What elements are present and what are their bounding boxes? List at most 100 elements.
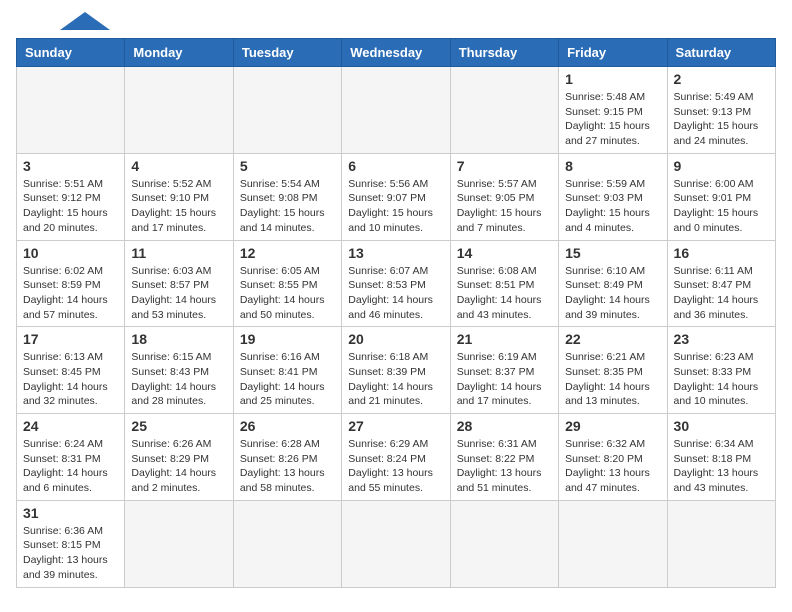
calendar-day-cell: 8Sunrise: 5:59 AM Sunset: 9:03 PM Daylig… [559,153,667,240]
calendar-day-cell: 19 Sunrise: 6:16 AM Sunset: 8:41 PM Dayli… [233,327,341,414]
day-info: Sunrise: 6:24 AM Sunset: 8:31 PM Dayligh… [23,437,118,496]
day-number: 13 [348,245,443,261]
day-of-week-header: Sunday [17,39,125,67]
day-number: 19 [240,331,335,347]
logo-icon [60,12,110,30]
day-info: Sunrise: 6:31 AM Sunset: 8:22 PM Dayligh… [457,437,552,496]
day-number: 5 [240,158,335,174]
day-number: 1 [565,71,660,87]
calendar-day-cell: 2 Sunrise: 5:49 AM Sunset: 9:13 PM Daylig… [667,67,775,154]
day-info: Sunrise: 5:48 AM Sunset: 9:15 PM Dayligh… [565,90,660,149]
day-info: Sunrise: 6:29 AM Sunset: 8:24 PM Dayligh… [348,437,443,496]
calendar-day-cell: 1 Sunrise: 5:48 AM Sunset: 9:15 PM Daylig… [559,67,667,154]
day-info: Sunrise: 6:19 AM Sunset: 8:37 PM Dayligh… [457,350,552,409]
day-info: Sunrise: 6:26 AM Sunset: 8:29 PM Dayligh… [131,437,226,496]
day-number: 22 [565,331,660,347]
calendar-day-cell [450,67,558,154]
day-number: 16 [674,245,769,261]
calendar-day-cell [125,67,233,154]
day-info: Sunrise: 6:07 AM Sunset: 8:53 PM Dayligh… [348,264,443,323]
calendar-day-cell: 16 Sunrise: 6:11 AM Sunset: 8:47 PM Dayli… [667,240,775,327]
day-info: Sunrise: 6:21 AM Sunset: 8:35 PM Dayligh… [565,350,660,409]
calendar-day-cell: 18Sunrise: 6:15 AM Sunset: 8:43 PM Dayli… [125,327,233,414]
day-info: Sunrise: 5:56 AM Sunset: 9:07 PM Dayligh… [348,177,443,236]
day-info: Sunrise: 6:16 AM Sunset: 8:41 PM Dayligh… [240,350,335,409]
day-number: 29 [565,418,660,434]
logo [16,16,110,30]
day-number: 23 [674,331,769,347]
calendar-day-cell [233,500,341,587]
day-info: Sunrise: 6:23 AM Sunset: 8:33 PM Dayligh… [674,350,769,409]
calendar-day-cell: 20 Sunrise: 6:18 AM Sunset: 8:39 PM Dayli… [342,327,450,414]
calendar-day-cell: 29 Sunrise: 6:32 AM Sunset: 8:20 PM Dayli… [559,414,667,501]
calendar-day-cell: 5 Sunrise: 5:54 AM Sunset: 9:08 PM Daylig… [233,153,341,240]
calendar-day-cell: 11 Sunrise: 6:03 AM Sunset: 8:57 PM Dayli… [125,240,233,327]
calendar-day-cell: 14Sunrise: 6:08 AM Sunset: 8:51 PM Dayli… [450,240,558,327]
calendar-day-cell: 23 Sunrise: 6:23 AM Sunset: 8:33 PM Dayli… [667,327,775,414]
calendar-week-row: 3 Sunrise: 5:51 AM Sunset: 9:12 PM Daylig… [17,153,776,240]
calendar-day-cell: 30Sunrise: 6:34 AM Sunset: 8:18 PM Dayli… [667,414,775,501]
day-of-week-header: Thursday [450,39,558,67]
calendar-week-row: 31 Sunrise: 6:36 AM Sunset: 8:15 PM Dayli… [17,500,776,587]
calendar-table: SundayMondayTuesdayWednesdayThursdayFrid… [16,38,776,588]
day-number: 20 [348,331,443,347]
calendar-day-cell: 17Sunrise: 6:13 AM Sunset: 8:45 PM Dayli… [17,327,125,414]
day-number: 26 [240,418,335,434]
day-info: Sunrise: 6:03 AM Sunset: 8:57 PM Dayligh… [131,264,226,323]
day-info: Sunrise: 6:18 AM Sunset: 8:39 PM Dayligh… [348,350,443,409]
calendar-day-cell: 13 Sunrise: 6:07 AM Sunset: 8:53 PM Dayli… [342,240,450,327]
day-of-week-header: Monday [125,39,233,67]
day-info: Sunrise: 6:34 AM Sunset: 8:18 PM Dayligh… [674,437,769,496]
day-info: Sunrise: 5:52 AM Sunset: 9:10 PM Dayligh… [131,177,226,236]
calendar-day-cell [342,67,450,154]
calendar-day-cell [559,500,667,587]
day-info: Sunrise: 6:08 AM Sunset: 8:51 PM Dayligh… [457,264,552,323]
day-number: 24 [23,418,118,434]
day-number: 10 [23,245,118,261]
calendar-week-row: 24 Sunrise: 6:24 AM Sunset: 8:31 PM Dayli… [17,414,776,501]
calendar-day-cell: 25 Sunrise: 6:26 AM Sunset: 8:29 PM Dayli… [125,414,233,501]
calendar-day-cell: 26Sunrise: 6:28 AM Sunset: 8:26 PM Dayli… [233,414,341,501]
calendar-day-cell: 10Sunrise: 6:02 AM Sunset: 8:59 PM Dayli… [17,240,125,327]
day-of-week-header: Friday [559,39,667,67]
calendar-day-cell [667,500,775,587]
day-number: 3 [23,158,118,174]
day-info: Sunrise: 5:49 AM Sunset: 9:13 PM Dayligh… [674,90,769,149]
calendar-week-row: 17Sunrise: 6:13 AM Sunset: 8:45 PM Dayli… [17,327,776,414]
calendar-day-cell: 15Sunrise: 6:10 AM Sunset: 8:49 PM Dayli… [559,240,667,327]
day-info: Sunrise: 5:54 AM Sunset: 9:08 PM Dayligh… [240,177,335,236]
calendar-header-row: SundayMondayTuesdayWednesdayThursdayFrid… [17,39,776,67]
calendar-week-row: 1 Sunrise: 5:48 AM Sunset: 9:15 PM Daylig… [17,67,776,154]
day-info: Sunrise: 6:32 AM Sunset: 8:20 PM Dayligh… [565,437,660,496]
day-number: 6 [348,158,443,174]
calendar-day-cell [233,67,341,154]
calendar-day-cell: 6 Sunrise: 5:56 AM Sunset: 9:07 PM Daylig… [342,153,450,240]
calendar-day-cell: 22 Sunrise: 6:21 AM Sunset: 8:35 PM Dayli… [559,327,667,414]
calendar-week-row: 10Sunrise: 6:02 AM Sunset: 8:59 PM Dayli… [17,240,776,327]
day-number: 27 [348,418,443,434]
day-info: Sunrise: 5:51 AM Sunset: 9:12 PM Dayligh… [23,177,118,236]
day-number: 15 [565,245,660,261]
day-number: 25 [131,418,226,434]
calendar-day-cell: 24 Sunrise: 6:24 AM Sunset: 8:31 PM Dayli… [17,414,125,501]
day-info: Sunrise: 6:05 AM Sunset: 8:55 PM Dayligh… [240,264,335,323]
calendar-day-cell: 3 Sunrise: 5:51 AM Sunset: 9:12 PM Daylig… [17,153,125,240]
day-info: Sunrise: 6:15 AM Sunset: 8:43 PM Dayligh… [131,350,226,409]
day-number: 21 [457,331,552,347]
day-info: Sunrise: 6:11 AM Sunset: 8:47 PM Dayligh… [674,264,769,323]
day-info: Sunrise: 6:00 AM Sunset: 9:01 PM Dayligh… [674,177,769,236]
calendar-day-cell [17,67,125,154]
day-info: Sunrise: 6:36 AM Sunset: 8:15 PM Dayligh… [23,524,118,583]
calendar-day-cell: 27 Sunrise: 6:29 AM Sunset: 8:24 PM Dayli… [342,414,450,501]
calendar-day-cell: 4Sunrise: 5:52 AM Sunset: 9:10 PM Daylig… [125,153,233,240]
day-info: Sunrise: 5:57 AM Sunset: 9:05 PM Dayligh… [457,177,552,236]
day-number: 2 [674,71,769,87]
day-number: 11 [131,245,226,261]
calendar-day-cell: 7Sunrise: 5:57 AM Sunset: 9:05 PM Daylig… [450,153,558,240]
calendar-day-cell [125,500,233,587]
calendar-day-cell: 31 Sunrise: 6:36 AM Sunset: 8:15 PM Dayli… [17,500,125,587]
calendar-day-cell: 9Sunrise: 6:00 AM Sunset: 9:01 PM Daylig… [667,153,775,240]
calendar-day-cell: 28 Sunrise: 6:31 AM Sunset: 8:22 PM Dayli… [450,414,558,501]
day-number: 31 [23,505,118,521]
day-number: 28 [457,418,552,434]
